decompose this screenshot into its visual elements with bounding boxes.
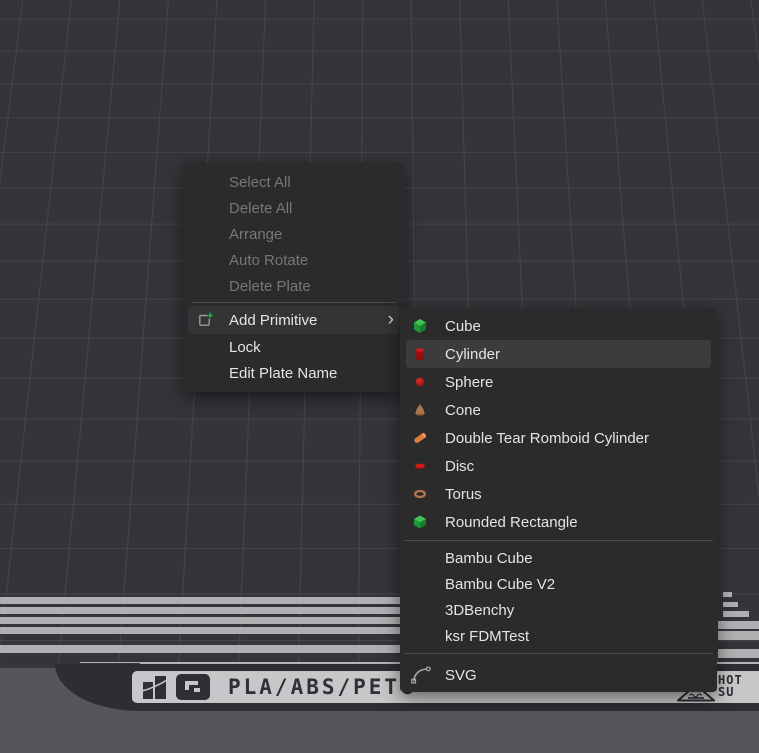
- submenu-item-rounded-rectangle[interactable]: Rounded Rectangle: [406, 508, 711, 536]
- submenu-item-sphere[interactable]: Sphere: [406, 368, 711, 396]
- menu-item-select-all[interactable]: Select All: [183, 169, 404, 195]
- menu-item-edit-plate-name[interactable]: Edit Plate Name: [183, 360, 404, 386]
- hot-surface-label: HOT SU: [718, 674, 743, 698]
- plate-type-label: PLA/ABS/PETG: [228, 675, 416, 699]
- submenu-chevron-icon: ›: [388, 310, 394, 331]
- romboid-cylinder-icon: [412, 430, 428, 446]
- submenu-item-svg[interactable]: SVG: [406, 658, 711, 692]
- plate-stripe: [718, 631, 759, 640]
- add-primitive-submenu: Cube Cylinder Sphere Cone: [400, 308, 717, 692]
- menu-item-arrange[interactable]: Arrange: [183, 221, 404, 247]
- submenu-item-torus[interactable]: Torus: [406, 480, 711, 508]
- submenu-separator: [404, 653, 713, 654]
- plate-stripe: [723, 602, 738, 607]
- menu-item-delete-plate[interactable]: Delete Plate: [183, 273, 404, 299]
- submenu-item-cylinder[interactable]: Cylinder: [406, 340, 711, 368]
- menu-item-auto-rotate[interactable]: Auto Rotate: [183, 247, 404, 273]
- plate-stripe: [718, 649, 759, 658]
- submenu-separator: [404, 540, 713, 541]
- submenu-item-3dbenchy[interactable]: 3DBenchy: [406, 597, 711, 623]
- cylinder-icon: [412, 346, 428, 362]
- context-menu: Select All Delete All Arrange Auto Rotat…: [183, 163, 404, 392]
- cube-icon: [412, 318, 428, 334]
- plate-stripe: [0, 597, 400, 604]
- disc-icon: [412, 458, 428, 474]
- bambu-logo-icon: [141, 674, 168, 701]
- plate-stripe: [718, 621, 759, 629]
- torus-icon: [412, 486, 428, 502]
- svg-curve-icon: [410, 664, 432, 686]
- plate-stripe: [0, 607, 400, 614]
- menu-separator: [191, 302, 396, 303]
- plate-stripe: [0, 617, 400, 624]
- menu-item-lock[interactable]: Lock: [183, 334, 404, 360]
- plate-stripe: [0, 645, 400, 653]
- sphere-icon: [412, 374, 428, 390]
- menu-item-add-primitive[interactable]: Add Primitive ›: [188, 306, 399, 334]
- add-primitive-icon: [196, 311, 214, 329]
- submenu-item-bambu-cube-v2[interactable]: Bambu Cube V2: [406, 571, 711, 597]
- rounded-rectangle-icon: [412, 514, 428, 530]
- submenu-item-cube[interactable]: Cube: [406, 312, 711, 340]
- submenu-item-cone[interactable]: Cone: [406, 396, 711, 424]
- submenu-item-double-tear-romboid-cylinder[interactable]: Double Tear Romboid Cylinder: [406, 424, 711, 452]
- plate-stripe: [723, 611, 749, 617]
- menu-item-delete-all[interactable]: Delete All: [183, 195, 404, 221]
- submenu-item-bambu-cube[interactable]: Bambu Cube: [406, 545, 711, 571]
- cone-icon: [412, 402, 428, 418]
- plate-stripe: [0, 627, 400, 634]
- submenu-item-disc[interactable]: Disc: [406, 452, 711, 480]
- submenu-item-ksr-fdmtest[interactable]: ksr FDMTest: [406, 623, 711, 649]
- plate-stripe: [723, 592, 732, 597]
- plate-badge-icon: [175, 673, 211, 701]
